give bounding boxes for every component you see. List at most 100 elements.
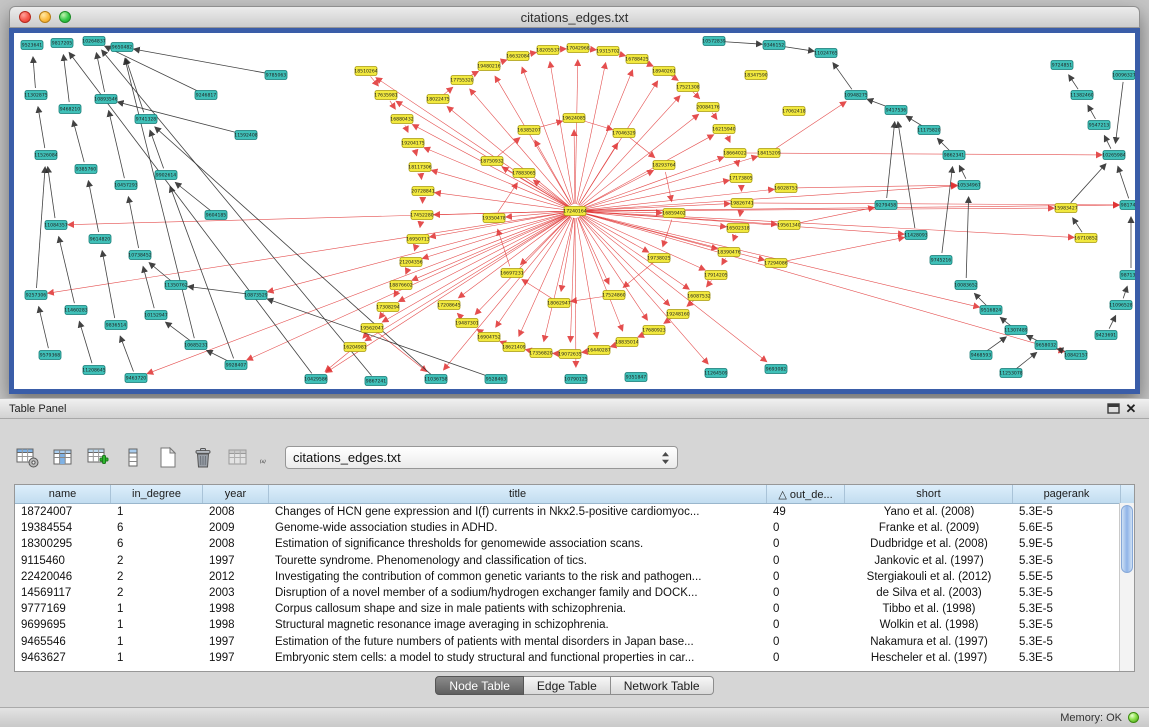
graph-node[interactable]: 11208645	[82, 366, 105, 375]
graph-node[interactable]: 9468593	[970, 351, 992, 360]
import-table-button[interactable]	[84, 445, 112, 471]
new-document-button[interactable]	[154, 445, 182, 471]
column-header[interactable]: title	[269, 485, 767, 503]
graph-node[interactable]: 18835014	[615, 338, 638, 347]
graph-node[interactable]: 11382460	[1070, 91, 1093, 100]
graph-node[interactable]: 19248160	[666, 310, 689, 319]
minimize-window-button[interactable]	[39, 11, 51, 23]
graph-node[interactable]: 17521308	[676, 83, 699, 92]
graph-node[interactable]: 18510264	[354, 67, 377, 76]
graph-node[interactable]: 11302875	[24, 91, 47, 100]
graph-node[interactable]: 17042968	[566, 44, 589, 53]
show-columns-button[interactable]	[49, 445, 77, 471]
table-row[interactable]: 977716911998Corpus callosum shape and si…	[15, 601, 1134, 617]
graph-node[interactable]: 9693082	[765, 365, 787, 374]
graph-node[interactable]: 20084176	[696, 103, 719, 112]
graph-node[interactable]: 9463720	[125, 374, 147, 383]
graph-node[interactable]: 17046329	[612, 129, 635, 138]
table-row[interactable]: 946362711997Embryonic stem cells: a mode…	[15, 650, 1134, 666]
graph-node[interactable]: 18347590	[744, 71, 767, 80]
graph-node[interactable]: 10685231	[184, 341, 207, 350]
graph-node[interactable]: 9817205	[51, 39, 73, 48]
graph-node[interactable]: 16788425	[625, 55, 648, 64]
graph-node[interactable]: 11253078	[999, 369, 1022, 378]
column-header[interactable]: pagerank	[1013, 485, 1121, 503]
graph-node[interactable]: 10096327	[1112, 71, 1135, 80]
graph-node[interactable]: 20728841	[411, 187, 434, 196]
graph-node[interactable]: 16880432	[390, 115, 413, 124]
graph-node[interactable]: 16859402	[662, 209, 685, 218]
table-row[interactable]: 1872400712008Changes of HCN gene express…	[15, 504, 1134, 520]
graph-node[interactable]: 9579368	[39, 351, 61, 360]
column-header[interactable]: name	[15, 485, 111, 503]
graph-node[interactable]: 17524860	[602, 291, 625, 300]
column-header[interactable]: △ out_de...	[767, 485, 845, 503]
tab-node-table[interactable]: Node Table	[435, 676, 524, 695]
graph-node[interactable]: 9902614	[155, 171, 177, 180]
graph-node[interactable]: 17308294	[376, 303, 399, 312]
graph-node[interactable]: 11350762	[164, 281, 187, 290]
graph-node[interactable]: 16204981	[343, 343, 366, 352]
graph-node[interactable]: 17755320	[450, 76, 473, 85]
graph-node[interactable]: 19487301	[455, 319, 478, 328]
graph-node[interactable]: 9547213	[1088, 121, 1110, 130]
close-window-button[interactable]	[19, 11, 31, 23]
graph-node[interactable]: 11024765	[814, 49, 837, 58]
graph-node[interactable]: 9346152	[763, 41, 785, 50]
graph-node[interactable]: 17680923	[642, 326, 665, 335]
graph-node[interactable]: 9614820	[89, 235, 111, 244]
graph-node[interactable]: 10264837	[82, 37, 105, 46]
graph-node[interactable]: 9867241	[365, 377, 387, 386]
graph-node[interactable]: 19480216	[477, 62, 500, 71]
graph-node[interactable]: 19826741	[730, 199, 753, 208]
float-panel-button[interactable]	[1104, 401, 1122, 417]
column-header[interactable]: in_degree	[111, 485, 203, 503]
graph-node[interactable]: 17062418	[782, 107, 805, 116]
graph-node[interactable]: 19350478	[482, 214, 505, 223]
graph-node[interactable]: 10893546	[94, 95, 117, 104]
column-header[interactable]: year	[203, 485, 269, 503]
graph-node[interactable]: 10534967	[957, 181, 980, 190]
show-rows-button[interactable]	[119, 445, 147, 471]
network-canvas[interactable]: 1724016418510264176359811688043219204175…	[9, 28, 1140, 394]
graph-node[interactable]: 10948275	[844, 91, 867, 100]
graph-node[interactable]: 21204356	[399, 258, 422, 267]
network-select[interactable]: citations_edges.txt	[285, 446, 678, 469]
table-row[interactable]: 1938455462009Genome-wide association stu…	[15, 520, 1134, 536]
graph-node[interactable]: 18664022	[723, 149, 746, 158]
graph-node[interactable]: 10738452	[128, 251, 151, 260]
table-row[interactable]: 946554611997Estimation of the future num…	[15, 634, 1134, 650]
graph-node[interactable]: 16697231	[500, 269, 523, 278]
graph-node[interactable]: 9745216	[930, 256, 952, 265]
scrollbar-thumb[interactable]	[1121, 505, 1133, 573]
graph-node[interactable]: 9862341	[943, 151, 965, 160]
graph-node[interactable]: 16385207	[517, 126, 540, 135]
graph-node[interactable]: 15983427	[1054, 204, 1077, 213]
table-settings-button[interactable]	[14, 445, 42, 471]
merge-tables-button[interactable]	[224, 445, 252, 471]
graph-node[interactable]: 11175820	[917, 126, 940, 135]
graph-node[interactable]: 10790125	[564, 375, 587, 384]
graph-node[interactable]: 9257306	[25, 291, 47, 300]
graph-node[interactable]: 18293764	[652, 161, 675, 170]
zoom-window-button[interactable]	[59, 11, 71, 23]
graph-node[interactable]: 19204175	[401, 139, 424, 148]
graph-node[interactable]: 18117306	[408, 163, 431, 172]
graph-node[interactable]: 16632084	[506, 52, 529, 61]
graph-node[interactable]: 11592408	[234, 131, 257, 140]
graph-node[interactable]: 9604185	[205, 211, 227, 220]
graph-node[interactable]: 10152947	[144, 311, 167, 320]
graph-node[interactable]: 11084357	[44, 221, 67, 230]
column-header[interactable]: short	[845, 485, 1013, 503]
graph-node[interactable]: 9741328	[135, 115, 157, 124]
graph-node[interactable]: 9523641	[21, 41, 43, 50]
graph-node[interactable]: 9724851	[1051, 61, 1073, 70]
graph-node[interactable]: 18390476	[717, 248, 740, 257]
table-row[interactable]: 969969511998Structural magnetic resonanc…	[15, 617, 1134, 633]
graph-node[interactable]: 11526084	[34, 151, 57, 160]
graph-node[interactable]: 11096528	[1109, 301, 1132, 310]
vertical-scrollbar[interactable]	[1119, 503, 1134, 671]
graph-node[interactable]: 9423691	[1095, 331, 1117, 340]
graph-node[interactable]: 9385760	[75, 165, 97, 174]
graph-node[interactable]: 17883065	[512, 169, 535, 178]
